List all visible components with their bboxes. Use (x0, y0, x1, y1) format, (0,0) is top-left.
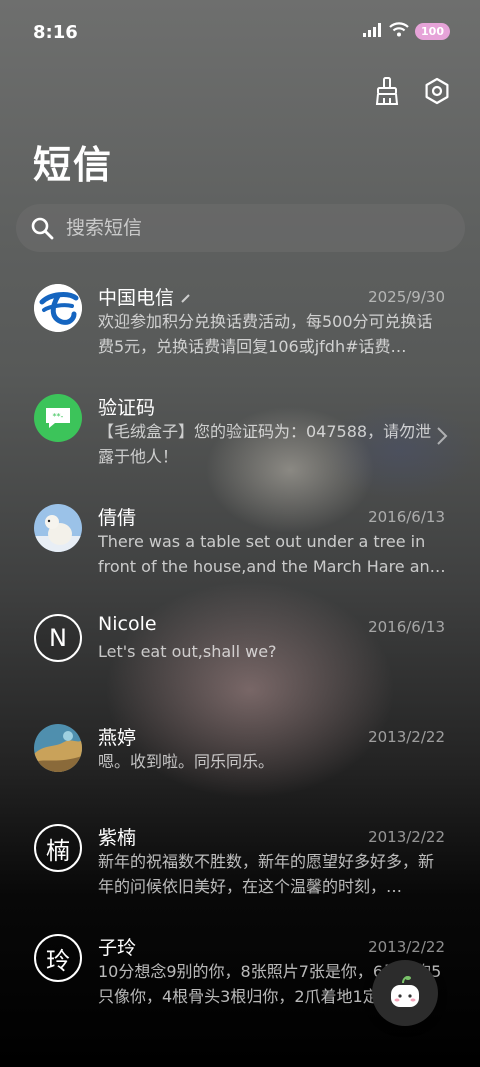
compose-button[interactable] (372, 960, 438, 1026)
conversation-preview: 欢迎参加积分兑换话费活动，每500分可兑换话费5元，兑换话费请回复106或jfd… (98, 312, 433, 356)
search-bar[interactable] (16, 204, 465, 252)
conversation-name: 中国电信 (98, 283, 192, 310)
conversation-date: 2013/2/22 (368, 828, 445, 846)
conversation-date: 2025/9/30 (368, 288, 445, 306)
status-time: 8:16 (33, 22, 78, 43)
conversation-name: Nicole (98, 613, 157, 635)
chevron-right-icon (436, 426, 448, 450)
conversation-name: 验证码 (98, 397, 156, 419)
conversation-item[interactable]: 燕婷 2013/2/22 嗯。收到啦。同乐同乐。 (0, 718, 480, 818)
message-bubble-icon: **- (46, 408, 70, 428)
conversation-list: 中国电信 2025/9/30 欢迎参加积分兑换话费活动，每500分可兑换话费5元… (0, 278, 480, 1038)
signal-icon (363, 22, 383, 41)
search-icon (30, 216, 54, 240)
conversation-date: 2016/6/13 (368, 618, 445, 636)
plush-box-icon (391, 976, 419, 1007)
clean-brush-button[interactable] (372, 77, 402, 109)
china-telecom-avatar (34, 284, 82, 332)
status-icons: 100 (363, 22, 450, 41)
china-telecom-logo-icon (34, 284, 82, 332)
top-actions (372, 77, 452, 109)
verification-avatar: **- (34, 394, 82, 442)
conversation-item[interactable]: **- 验证码 【毛绒盒子】您的验证码为：047588，请勿泄露于他人！ (0, 388, 480, 498)
polar-bear-photo-icon (34, 504, 82, 552)
battery-icon: 100 (415, 23, 450, 40)
conversation-preview: 【毛绒盒子】您的验证码为：047588，请勿泄露于他人！ (98, 422, 432, 466)
conversation-date: 2013/2/22 (368, 938, 445, 956)
gear-icon (423, 77, 451, 109)
conversation-name: 倩倩 (98, 507, 137, 529)
conversation-item[interactable]: N Nicole 2016/6/13 Let's eat out,shall w… (0, 608, 480, 718)
wifi-icon (389, 22, 409, 41)
svg-text:**-: **- (53, 412, 64, 421)
search-input[interactable] (64, 216, 465, 240)
letter-avatar: N (34, 614, 82, 662)
status-bar: 8:16 100 (0, 0, 480, 66)
conversation-preview: 嗯。收到啦。同乐同乐。 (98, 752, 275, 771)
conversation-name: 紫楠 (98, 827, 137, 849)
conversation-name: 燕婷 (98, 727, 137, 749)
brush-icon (374, 77, 400, 109)
letter-avatar: 玲 (34, 934, 82, 982)
landscape-avatar (34, 724, 82, 772)
landscape-photo-icon (34, 724, 82, 772)
conversation-date: 2016/6/13 (368, 508, 445, 526)
page-title: 短信 (33, 143, 114, 187)
conversation-item[interactable]: 楠 紫楠 2013/2/22 新年的祝福数不胜数，新年的愿望好多好多，新年的问候… (0, 818, 480, 928)
conversation-name: 子玲 (98, 937, 137, 959)
conversation-preview: There was a table set out under a tree i… (98, 532, 446, 576)
conversation-preview: 新年的祝福数不胜数，新年的愿望好多好多，新年的问候依旧美好，在这个温馨的时刻，… (98, 852, 435, 896)
letter-avatar: 楠 (34, 824, 82, 872)
pencil-icon (180, 287, 192, 309)
polar-bear-avatar (34, 504, 82, 552)
settings-button[interactable] (422, 77, 452, 109)
conversation-item[interactable]: 倩倩 2016/6/13 There was a table set out u… (0, 498, 480, 608)
conversation-date: 2013/2/22 (368, 728, 445, 746)
conversation-item[interactable]: 中国电信 2025/9/30 欢迎参加积分兑换话费活动，每500分可兑换话费5元… (0, 278, 480, 388)
conversation-preview: Let's eat out,shall we? (98, 642, 277, 661)
